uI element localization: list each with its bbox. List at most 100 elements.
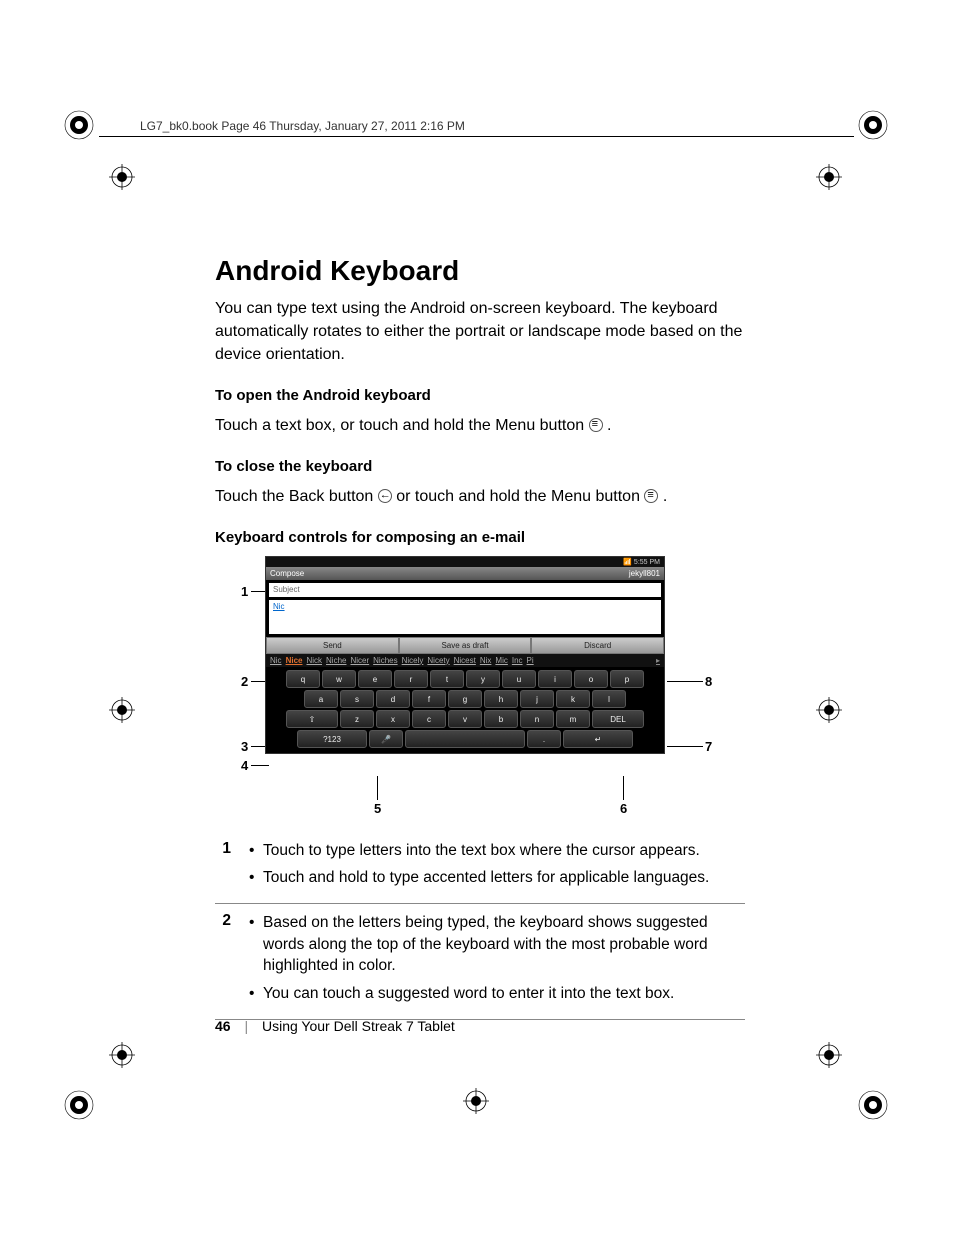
page-number: 46 (215, 1018, 231, 1034)
sugg-item[interactable]: Nicest (454, 656, 476, 665)
key-k[interactable]: k (556, 690, 590, 708)
close-heading: To close the keyboard (215, 458, 745, 475)
sugg-item[interactable]: Nicely (402, 656, 424, 665)
close-text-a: Touch the Back button (215, 488, 378, 505)
key-a[interactable]: a (304, 690, 338, 708)
key-v[interactable]: v (448, 710, 482, 728)
key-i[interactable]: i (538, 670, 572, 688)
key-symbols[interactable]: ?123 (297, 730, 367, 748)
register-mark-icon (816, 164, 842, 190)
status-time: 5:55 PM (634, 559, 660, 566)
key-p[interactable]: p (610, 670, 644, 688)
key-z[interactable]: z (340, 710, 374, 728)
key-t[interactable]: t (430, 670, 464, 688)
open-text-b: . (607, 417, 611, 434)
open-heading: To open the Android keyboard (215, 387, 745, 404)
callout-8: 8 (705, 674, 712, 689)
status-bar: 📶 5:55 PM (266, 557, 664, 567)
key-delete[interactable]: DEL (592, 710, 644, 728)
sugg-item[interactable]: Nicer (350, 656, 369, 665)
callout-2: 2 (241, 674, 248, 689)
controls-table: 1 Touch to type letters into the text bo… (215, 832, 745, 1020)
key-period[interactable]: . (527, 730, 561, 748)
sugg-item[interactable]: Pi (527, 656, 534, 665)
key-x[interactable]: x (376, 710, 410, 728)
register-mark-icon (109, 1042, 135, 1068)
register-mark-icon (109, 164, 135, 190)
open-step: Touch a text box, or touch and hold the … (215, 414, 745, 438)
key-y[interactable]: y (466, 670, 500, 688)
body-field[interactable]: Nic (269, 600, 661, 634)
footer-sep: | (244, 1018, 248, 1034)
callout-7: 7 (705, 739, 712, 754)
key-n[interactable]: n (520, 710, 554, 728)
crop-mark-icon (62, 1088, 96, 1122)
page-content: Android Keyboard You can type text using… (215, 255, 745, 1020)
register-mark-icon (109, 697, 135, 723)
key-h[interactable]: h (484, 690, 518, 708)
register-mark-icon (816, 697, 842, 723)
table-row: 2 Based on the letters being typed, the … (215, 903, 745, 1019)
key-j[interactable]: j (520, 690, 554, 708)
callout-6: 6 (620, 801, 627, 816)
key-u[interactable]: u (502, 670, 536, 688)
close-text-b: or touch and hold the Menu button (396, 488, 644, 505)
compose-label: Compose (270, 569, 304, 578)
crop-mark-icon (62, 108, 96, 142)
footer-text: Using Your Dell Streak 7 Tablet (262, 1018, 455, 1034)
compose-header: Compose jekyll801 (266, 567, 664, 580)
suggestion-bar[interactable]: Nic Nice Nick Niche Nicer Niches Nicely … (266, 654, 664, 667)
save-draft-button[interactable]: Save as draft (399, 637, 532, 654)
callout-3: 3 (241, 739, 248, 754)
intro-text: You can type text using the Android on-s… (215, 297, 745, 367)
key-b[interactable]: b (484, 710, 518, 728)
sugg-item[interactable]: Niche (326, 656, 346, 665)
crop-mark-icon (856, 108, 890, 142)
table-row: 1 Touch to type letters into the text bo… (215, 832, 745, 904)
menu-icon (644, 489, 658, 503)
key-space[interactable] (405, 730, 525, 748)
sugg-item[interactable]: Mic (495, 656, 507, 665)
key-f[interactable]: f (412, 690, 446, 708)
key-g[interactable]: g (448, 690, 482, 708)
sugg-item[interactable]: Nick (306, 656, 322, 665)
key-w[interactable]: w (322, 670, 356, 688)
controls-heading: Keyboard controls for composing an e-mai… (215, 529, 745, 546)
sugg-item[interactable]: Nix (480, 656, 492, 665)
row-bullet: Touch to type letters into the text box … (249, 840, 739, 862)
close-step: Touch the Back button or touch and hold … (215, 485, 745, 509)
key-return[interactable]: ↵ (563, 730, 633, 748)
key-q[interactable]: q (286, 670, 320, 688)
callout-4: 4 (241, 758, 248, 773)
sugg-item-highlight[interactable]: Nice (286, 656, 303, 665)
subject-field[interactable]: Subject (269, 583, 661, 597)
meta-rule (99, 136, 854, 137)
open-text-a: Touch a text box, or touch and hold the … (215, 417, 589, 434)
meta-header: LG7_bk0.book Page 46 Thursday, January 2… (140, 119, 465, 133)
key-l[interactable]: l (592, 690, 626, 708)
send-button[interactable]: Send (266, 637, 399, 654)
callout-1: 1 (241, 584, 248, 599)
key-o[interactable]: o (574, 670, 608, 688)
key-mic[interactable]: 🎤 (369, 730, 403, 748)
register-mark-icon (816, 1042, 842, 1068)
keyboard: q w e r t y u i o p a s d f g h (266, 667, 664, 753)
page-title: Android Keyboard (215, 255, 745, 287)
discard-button[interactable]: Discard (531, 637, 664, 654)
row-number: 2 (215, 903, 243, 1019)
key-d[interactable]: d (376, 690, 410, 708)
sugg-item[interactable]: Niches (373, 656, 397, 665)
sugg-item[interactable]: Nic (270, 656, 282, 665)
key-shift[interactable]: ⇧ (286, 710, 338, 728)
key-e[interactable]: e (358, 670, 392, 688)
row-number: 1 (215, 832, 243, 904)
key-m[interactable]: m (556, 710, 590, 728)
key-s[interactable]: s (340, 690, 374, 708)
sugg-more-icon[interactable]: ▸ (656, 656, 660, 665)
key-c[interactable]: c (412, 710, 446, 728)
key-r[interactable]: r (394, 670, 428, 688)
callout-5: 5 (374, 801, 381, 816)
sugg-item[interactable]: Inc (512, 656, 523, 665)
row-bullet: Based on the letters being typed, the ke… (249, 912, 739, 977)
sugg-item[interactable]: Nicety (427, 656, 449, 665)
